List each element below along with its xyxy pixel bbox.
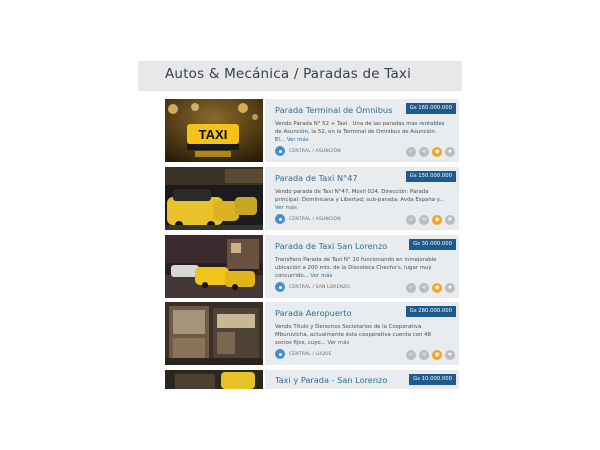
taxi-sign-text: TAXI [199, 127, 228, 142]
listing-title[interactable]: Parada Aeropuerto [275, 308, 352, 318]
price-badge[interactable]: Gs 30.000.000 [409, 239, 456, 250]
price-badge[interactable]: Gs 10.000.000 [409, 374, 456, 385]
rss-icon[interactable]: ◉ [432, 147, 442, 157]
listing-title[interactable]: Taxi y Parada - San Lorenzo [275, 375, 387, 385]
star-icon[interactable]: ★ [445, 147, 455, 157]
share-icon[interactable]: ⋖ [419, 283, 429, 293]
location-pin-icon [275, 282, 285, 292]
listing-location: CENTRAL / LUQUE [275, 348, 332, 360]
read-more-link[interactable]: Ver más [327, 340, 349, 346]
location-text: CENTRAL / LUQUE [289, 351, 332, 357]
description-text: Vendo parada de Taxi N°47, Movil 024. Di… [275, 189, 445, 203]
read-more-link[interactable]: Ver más [275, 205, 297, 211]
listing-info: Parada de Taxi N°47 Gs 150.000.000 Vendo… [265, 167, 459, 230]
listing-card[interactable]: Parada Aeropuerto Gs 280.000.000 Vendo T… [165, 302, 459, 365]
price-badge[interactable]: Gs 280.000.000 [405, 306, 456, 317]
location-pin-icon [275, 349, 285, 359]
location-text: CENTRAL / ASUNCIÓN [289, 216, 341, 222]
listing-info: Parada Terminal de Ómnibus Gs 160.000.00… [265, 99, 459, 162]
listing-location: CENTRAL / SAN LORENZO [275, 281, 350, 293]
listing-info: Taxi y Parada - San Lorenzo Gs 10.000.00… [265, 370, 459, 389]
listing-thumbnail[interactable] [165, 235, 263, 298]
star-icon[interactable]: ★ [445, 215, 455, 225]
page-header: Autos & Mecánica / Paradas de Taxi [138, 61, 462, 91]
location-pin-icon [275, 146, 285, 156]
star-icon[interactable]: ★ [445, 283, 455, 293]
listing-info: Parada de Taxi San Lorenzo Gs 30.000.000… [265, 235, 459, 298]
read-more-link[interactable]: Ver más [287, 137, 309, 143]
listing-actions: ✓ ⋖ ◉ ★ [406, 147, 455, 157]
listing-location: CENTRAL / ASUNCIÓN [275, 145, 341, 157]
listing-thumbnail[interactable] [165, 167, 263, 230]
read-more-link[interactable]: Ver más [310, 273, 332, 279]
share-icon[interactable]: ⋖ [419, 215, 429, 225]
listing-thumbnail[interactable] [165, 302, 263, 365]
price-badge[interactable]: Gs 150.000.000 [405, 171, 456, 182]
star-icon[interactable]: ★ [445, 350, 455, 360]
listing-card[interactable]: Parada de Taxi N°47 Gs 150.000.000 Vendo… [165, 167, 459, 230]
listing-description: Transfiero Parada de Taxi N° 10 funciona… [275, 256, 447, 280]
page-title: Autos & Mecánica / Paradas de Taxi [165, 66, 412, 82]
listing-title[interactable]: Parada de Taxi N°47 [275, 173, 358, 183]
listing-actions: ✓ ⋖ ◉ ★ [406, 350, 455, 360]
listing-description: Vendo Título y Derechos Societarios de l… [275, 323, 447, 347]
listing-description: Vendo parada de Taxi N°47, Movil 024. Di… [275, 188, 447, 212]
share-icon[interactable]: ⋖ [419, 350, 429, 360]
price-badge[interactable]: Gs 160.000.000 [405, 103, 456, 114]
listing-card[interactable]: TAXI Parada Terminal de Ómnibus Gs 160.0… [165, 99, 459, 162]
listing-card[interactable]: Taxi y Parada - San Lorenzo Gs 10.000.00… [165, 370, 459, 389]
location-text: CENTRAL / SAN LORENZO [289, 284, 350, 290]
share-icon[interactable]: ⋖ [419, 147, 429, 157]
check-icon[interactable]: ✓ [406, 283, 416, 293]
rss-icon[interactable]: ◉ [432, 350, 442, 360]
check-icon[interactable]: ✓ [406, 215, 416, 225]
rss-icon[interactable]: ◉ [432, 215, 442, 225]
listing-card[interactable]: Parada de Taxi San Lorenzo Gs 30.000.000… [165, 235, 459, 298]
check-icon[interactable]: ✓ [406, 350, 416, 360]
listing-thumbnail[interactable]: TAXI [165, 99, 263, 162]
listing-description: Vendo Parada N° 52 + Taxi . Una de las p… [275, 120, 447, 144]
listing-title[interactable]: Parada Terminal de Ómnibus [275, 105, 392, 115]
rss-icon[interactable]: ◉ [432, 283, 442, 293]
listing-thumbnail[interactable] [165, 370, 263, 389]
location-pin-icon [275, 214, 285, 224]
description-text: Vendo Título y Derechos Societarios de l… [275, 324, 432, 346]
listing-location: CENTRAL / ASUNCIÓN [275, 213, 341, 225]
listing-actions: ✓ ⋖ ◉ ★ [406, 215, 455, 225]
listing-info: Parada Aeropuerto Gs 280.000.000 Vendo T… [265, 302, 459, 365]
description-text: Transfiero Parada de Taxi N° 10 funciona… [275, 257, 437, 279]
location-text: CENTRAL / ASUNCIÓN [289, 148, 341, 154]
listing-title[interactable]: Parada de Taxi San Lorenzo [275, 241, 387, 251]
check-icon[interactable]: ✓ [406, 147, 416, 157]
listing-actions: ✓ ⋖ ◉ ★ [406, 283, 455, 293]
